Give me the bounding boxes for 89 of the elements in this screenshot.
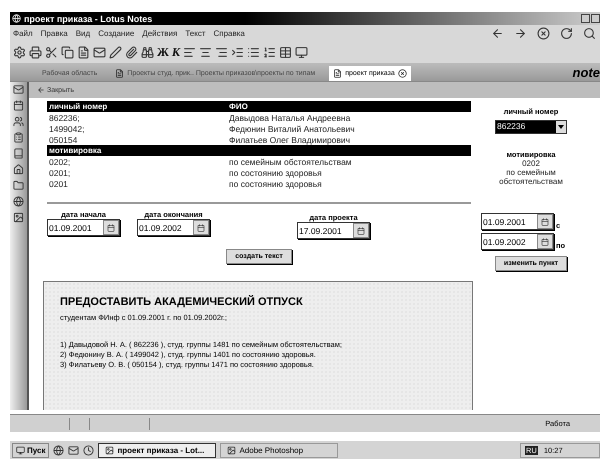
stop-icon[interactable]: [537, 26, 550, 40]
column-header: ФИО: [229, 102, 249, 111]
copy-icon[interactable]: [61, 46, 74, 58]
menu-item[interactable]: Справка: [213, 28, 245, 38]
menu-item[interactable]: Правка: [40, 28, 68, 38]
table-icon[interactable]: [279, 46, 292, 58]
align-right-icon[interactable]: [215, 46, 228, 58]
paperclip-icon[interactable]: [125, 46, 138, 58]
motivation-code-field[interactable]: 0202: [522, 159, 540, 168]
binoculars-icon[interactable]: [141, 46, 154, 58]
house-icon[interactable]: [13, 164, 24, 175]
calendar-button[interactable]: [537, 214, 553, 229]
menu-item[interactable]: Файл: [13, 28, 33, 38]
calendar-icon: [541, 238, 549, 246]
calendar-button[interactable]: [103, 220, 119, 235]
image-icon[interactable]: [13, 212, 24, 223]
table-cell-text: 0201;: [49, 168, 72, 178]
taskbar-task[interactable]: Adobe Photoshop: [220, 442, 338, 458]
table-cell-text: 0201: [49, 178, 69, 188]
bold-button[interactable]: Ж: [157, 44, 169, 60]
table-cell-text: 1499042;: [49, 124, 86, 134]
column-header: личный номер: [49, 102, 108, 111]
date-field[interactable]: 01.09.2001: [47, 219, 120, 236]
motivation-text: обстоятельствам: [499, 177, 563, 186]
indent-icon[interactable]: [231, 46, 244, 58]
refresh-icon[interactable]: [560, 26, 573, 40]
motivation-text: по семейным: [506, 168, 556, 177]
menu-item[interactable]: Действия: [142, 28, 178, 38]
back-icon[interactable]: [491, 26, 504, 40]
number-select[interactable]: 862236: [495, 120, 567, 134]
window-title: проект приказа - Lotus Notes: [24, 14, 152, 24]
align-center-icon[interactable]: [199, 46, 212, 58]
calendar-button[interactable]: [353, 223, 369, 238]
envelope-icon[interactable]: [13, 84, 24, 95]
caret-icon: [558, 125, 564, 129]
menu-item[interactable]: Создание: [98, 28, 134, 38]
forward-icon[interactable]: [514, 26, 527, 40]
align-left-icon[interactable]: [183, 46, 196, 58]
date-field[interactable]: 01.09.2002: [137, 219, 210, 236]
table-cell-text: 862236;: [49, 112, 81, 122]
pen-icon[interactable]: [109, 46, 122, 58]
document-title: ПРЕДОСТАВИТЬ АКАДЕМИЧЕСКИЙ ОТПУСК: [60, 296, 304, 308]
book-icon[interactable]: [13, 148, 24, 159]
bulleted-list-icon[interactable]: [247, 46, 260, 58]
table-cell-text: Филатьев Олег Владимирович: [229, 134, 352, 144]
italic-button[interactable]: К: [172, 44, 180, 60]
mail-icon[interactable]: [68, 444, 80, 456]
table-cell-text: по состоянию здоровья: [229, 178, 323, 188]
document-icon[interactable]: [77, 46, 90, 58]
folder-icon[interactable]: [13, 180, 24, 191]
calendar-button[interactable]: [193, 220, 209, 235]
envelope-icon[interactable]: [93, 46, 106, 58]
calendar-button[interactable]: [537, 234, 553, 249]
brand-name: note: [572, 64, 600, 80]
start-button[interactable]: Пуск: [12, 442, 50, 458]
date-field[interactable]: 17.09.2001: [297, 222, 370, 239]
close-icon[interactable]: [398, 69, 407, 78]
arrow-icon: [37, 86, 45, 94]
monitor-icon[interactable]: [295, 46, 308, 58]
minimize-button[interactable]: [581, 14, 590, 23]
table-cell-text: 0202;: [49, 156, 72, 166]
gear-icon[interactable]: [13, 46, 26, 58]
numbered-list-icon[interactable]: [263, 46, 276, 58]
calendar-icon: [541, 218, 549, 226]
calendar-icon: [197, 224, 205, 232]
search-icon[interactable]: [583, 26, 596, 40]
calendar-icon[interactable]: [13, 100, 24, 111]
table-cell-text: по состоянию здоровья: [229, 168, 323, 178]
date-field[interactable]: 01.09.2002: [481, 233, 554, 250]
calendar-icon: [357, 226, 365, 234]
menu-item[interactable]: Вид: [76, 28, 90, 38]
printer-icon[interactable]: [29, 46, 42, 58]
table-cell-text: по семейным обстоятельствам: [229, 156, 353, 166]
maximize-button[interactable]: [591, 14, 600, 23]
date-field[interactable]: 01.09.2001: [481, 213, 554, 230]
table-cell-text: Давыдова Наталья Андреевна: [229, 112, 352, 122]
clock-icon[interactable]: [83, 444, 94, 456]
clipboard-icon[interactable]: [13, 132, 24, 143]
page-icon: [333, 69, 342, 78]
people-icon[interactable]: [13, 116, 24, 127]
scissors-icon[interactable]: [45, 46, 58, 58]
globe-icon[interactable]: [13, 196, 24, 207]
menu-item[interactable]: Текст: [185, 28, 206, 38]
browser-icon[interactable]: [53, 444, 64, 456]
table-cell-text: 050154: [49, 134, 78, 144]
taskbar-task[interactable]: проект приказа - Lot...: [98, 442, 216, 458]
calendar-icon: [107, 224, 115, 232]
section-header: мотивировка: [49, 146, 102, 155]
table-cell-text: Федюнин Виталий Анатольевич: [229, 124, 356, 134]
